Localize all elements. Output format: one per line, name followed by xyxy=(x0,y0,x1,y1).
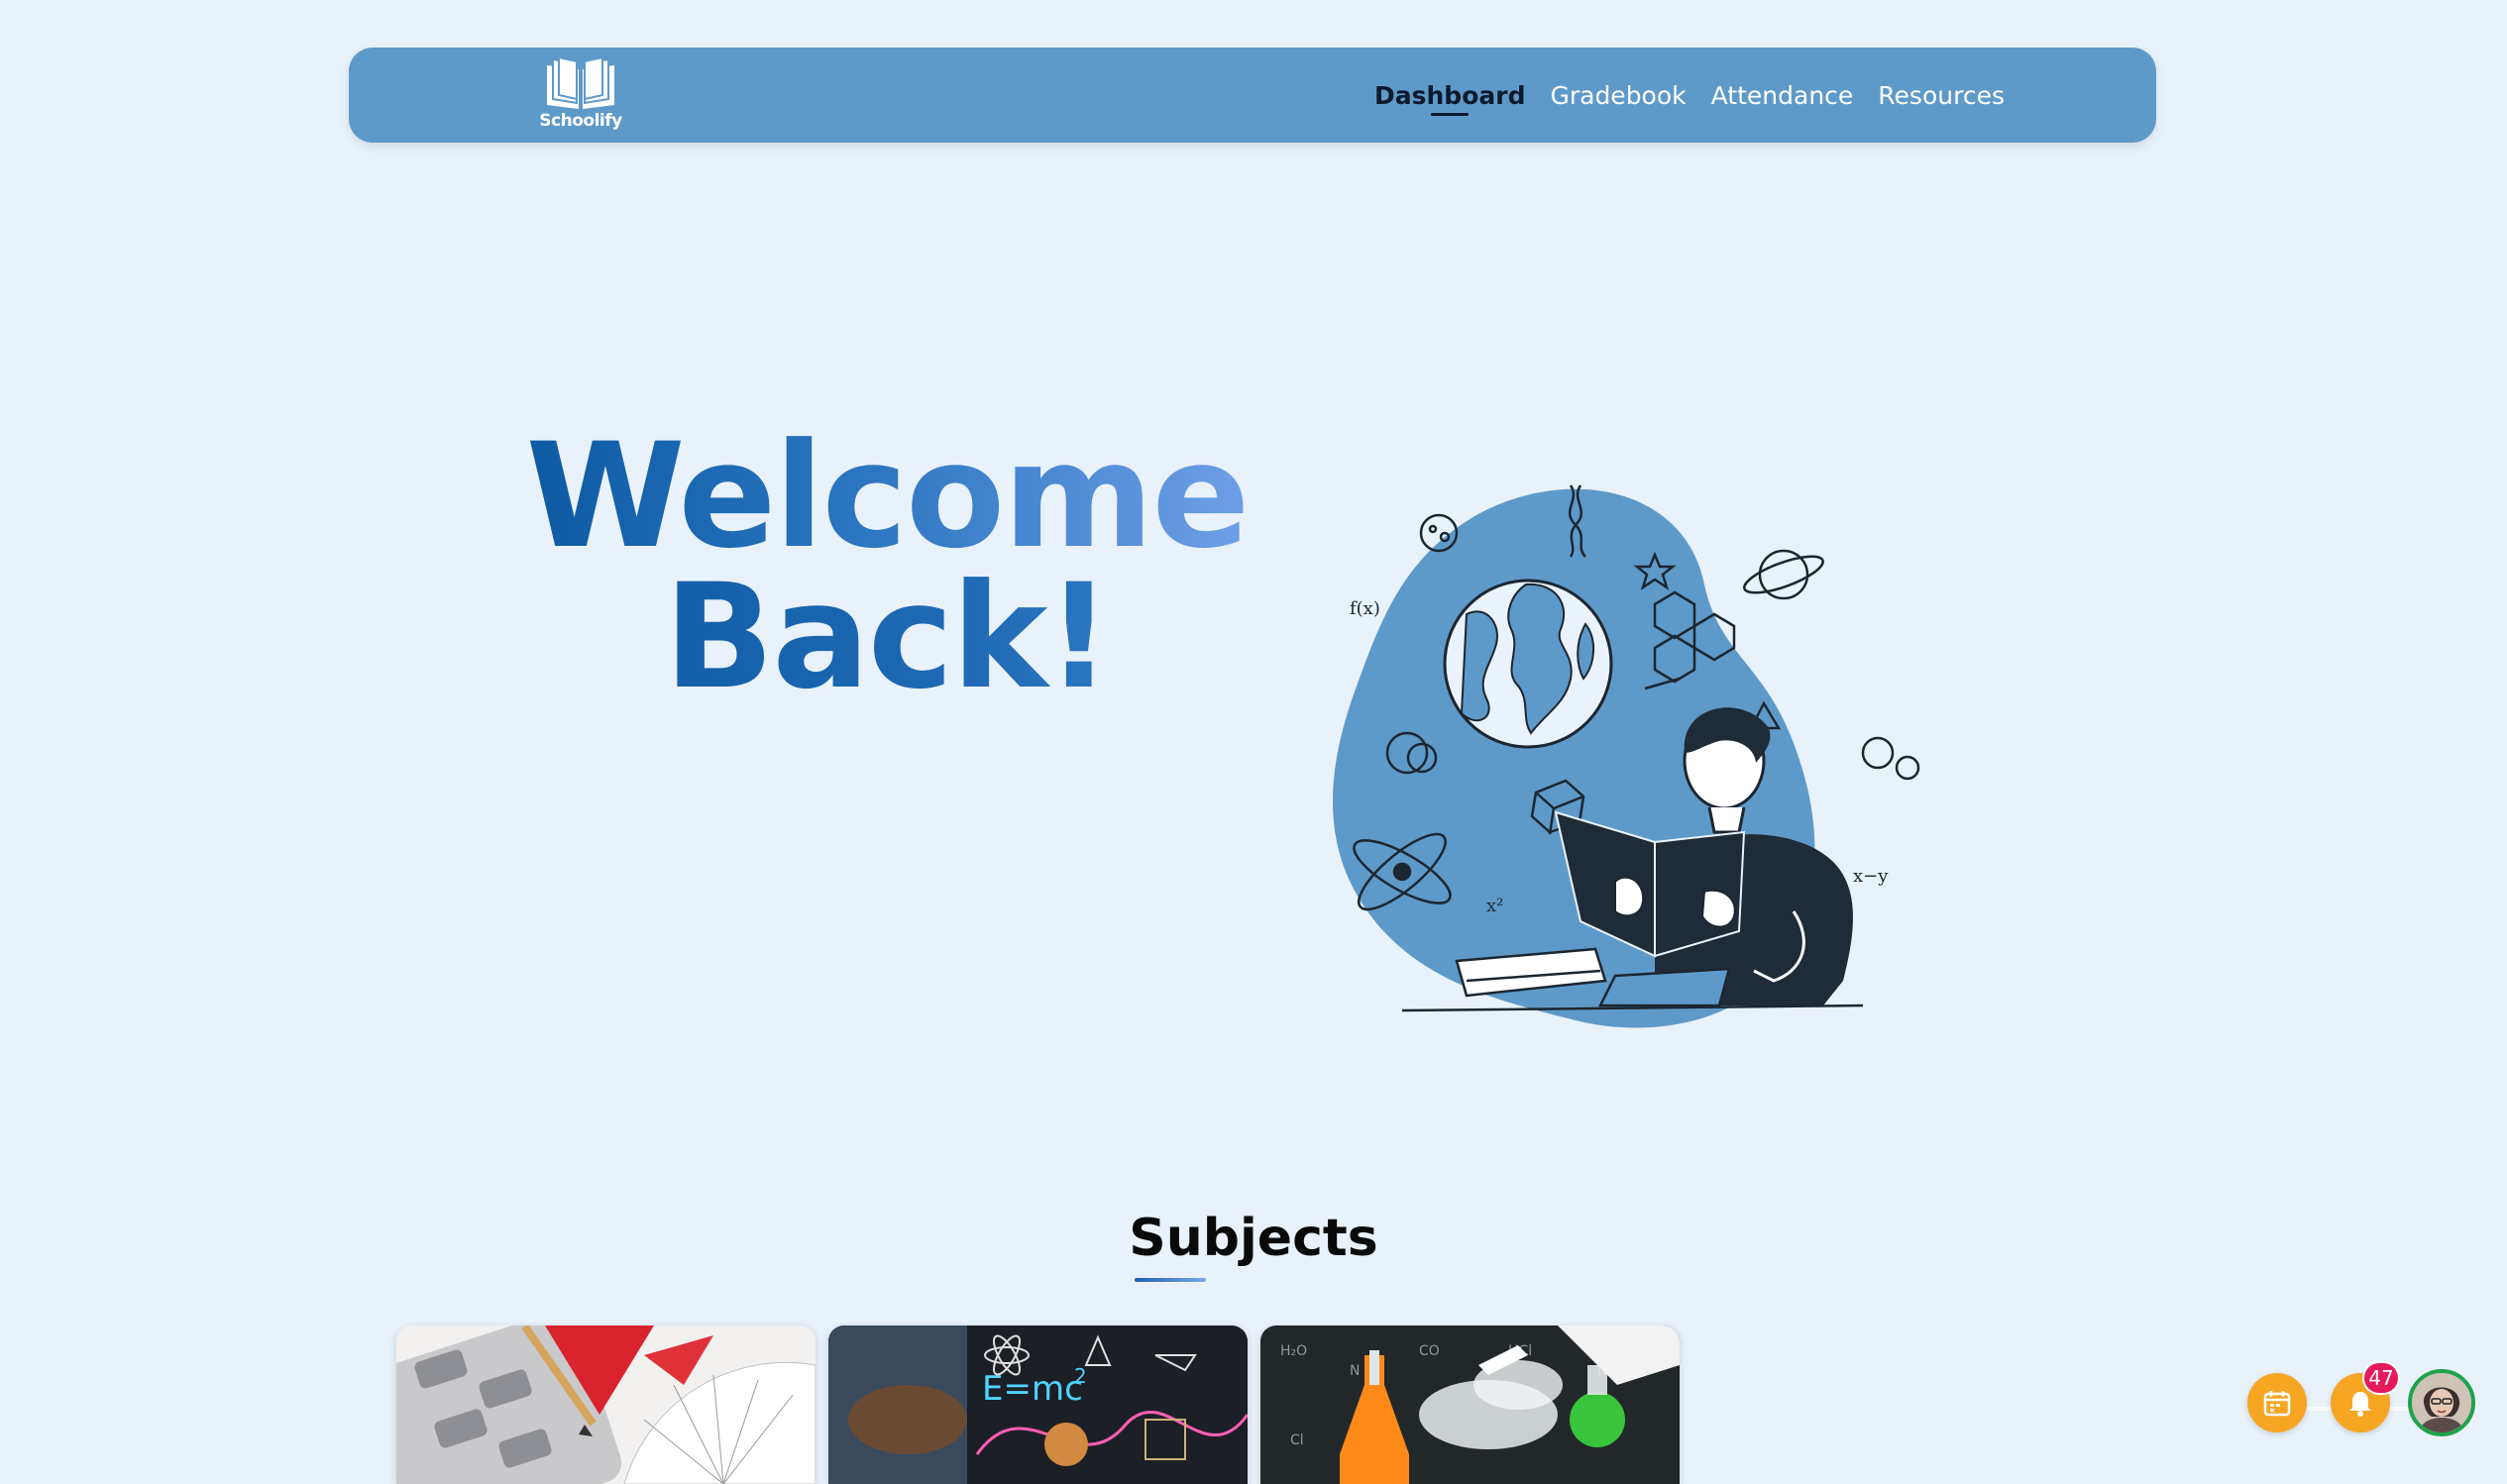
subject-card-math[interactable] xyxy=(396,1325,816,1484)
svg-text:Cl: Cl xyxy=(1290,1432,1304,1448)
main-nav: Dashboard Gradebook Attendance Resources xyxy=(1374,48,2029,143)
svg-text:2: 2 xyxy=(1074,1364,1087,1388)
open-book-icon xyxy=(547,55,614,109)
avatar-image xyxy=(2412,1373,2471,1432)
user-avatar[interactable] xyxy=(2408,1369,2475,1436)
globe-icon xyxy=(1443,579,1613,749)
math-tools-image xyxy=(396,1325,816,1484)
chemistry-lab-image: H₂ONCO ClHClNa xyxy=(1260,1325,1680,1484)
brand-name: Schoolify xyxy=(539,111,622,131)
svg-text:CO: CO xyxy=(1419,1343,1440,1359)
calendar-icon xyxy=(2263,1391,2291,1417)
student-reading-illustration: f(x) x² x−y xyxy=(1333,484,1920,1028)
subject-card-physics[interactable]: E=mc 2 xyxy=(828,1325,1248,1484)
calendar-button[interactable] xyxy=(2247,1373,2307,1432)
subjects-title: Subjects xyxy=(1129,1209,1378,1268)
subject-cards: E=mc 2 H₂ONCO ClHClNa xyxy=(396,1325,1680,1484)
hero-title-line2: Back! xyxy=(525,565,1249,709)
subjects-title-underline xyxy=(1135,1278,1206,1282)
notifications-count-badge: 47 xyxy=(2362,1361,2400,1395)
physics-formulas-image: E=mc 2 xyxy=(828,1325,1248,1484)
nav-dashboard[interactable]: Dashboard xyxy=(1374,81,1525,110)
hero-title-line1: Welcome xyxy=(525,412,1251,581)
top-navbar: Schoolify Dashboard Gradebook Attendance… xyxy=(349,48,2156,143)
svg-text:f(x): f(x) xyxy=(1350,598,1380,619)
brand-logo[interactable]: Schoolify xyxy=(533,55,628,135)
nav-resources[interactable]: Resources xyxy=(1878,81,2005,110)
hero-title: Welcome Back! xyxy=(525,412,1251,709)
svg-text:x−y: x−y xyxy=(1853,866,1889,887)
nav-attendance[interactable]: Attendance xyxy=(1711,81,1854,110)
svg-text:H₂O: H₂O xyxy=(1280,1343,1307,1359)
subject-card-chemistry[interactable]: H₂ONCO ClHClNa xyxy=(1260,1325,1680,1484)
nav-gradebook[interactable]: Gradebook xyxy=(1550,81,1686,110)
svg-text:N: N xyxy=(1350,1363,1360,1379)
svg-text:x²: x² xyxy=(1486,896,1503,916)
